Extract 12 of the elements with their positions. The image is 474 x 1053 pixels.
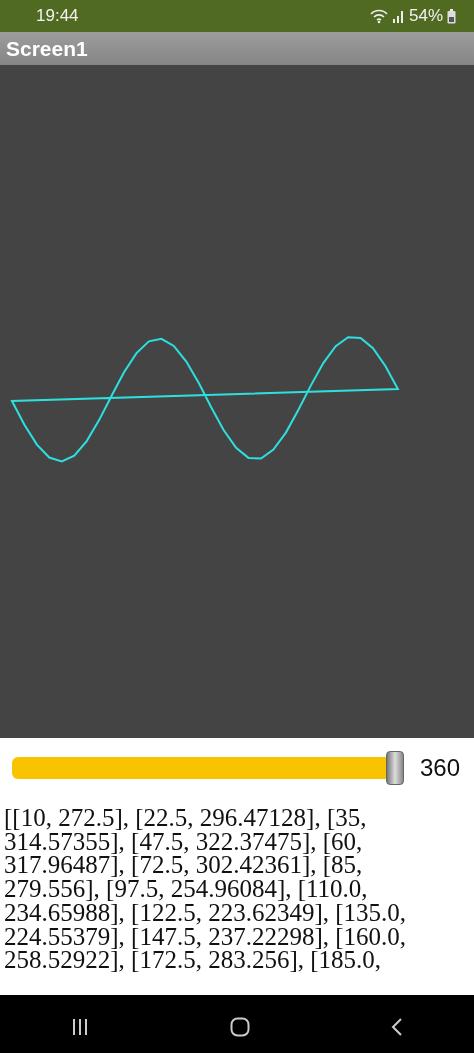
status-time: 19:44: [36, 5, 79, 28]
recent-apps-icon[interactable]: [70, 1017, 89, 1036]
back-icon[interactable]: [391, 1016, 404, 1037]
wifi-icon: [368, 8, 389, 24]
signal-icon: [392, 9, 405, 23]
output-text: [[10, 272.5], [22.5, 296.47128], [35, 314.57355], [47.5, 322.37475], [60, 317.96487], [72.5, 302.42361], [85, 279.556], [97.5, 254.96084], [110.0, 234.65988], [122.5, 223.62349], [135.0, 224.55379], [147.5, 237.22298], [160.0, 258.52922], [172.5, 283.256], [185.0,: [3, 803, 408, 976]
battery-icon: [447, 8, 456, 24]
slider-thumb[interactable]: [385, 751, 404, 785]
slider-value: 360: [419, 753, 460, 783]
battery-percent: 54%: [408, 5, 443, 28]
screen-title: Screen1: [6, 35, 88, 62]
home-icon[interactable]: [230, 1016, 250, 1037]
